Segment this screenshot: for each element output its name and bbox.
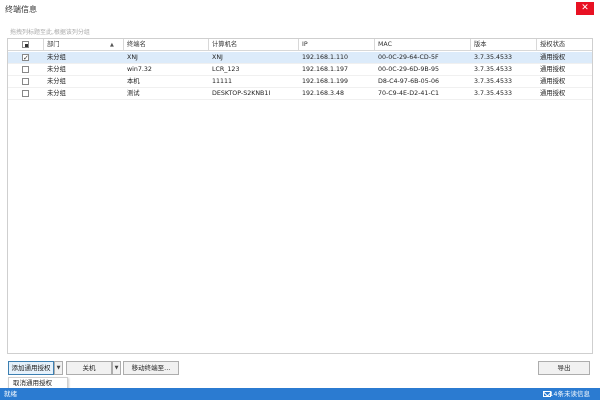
column-header-license-status[interactable]: 授权状态 [537,39,592,51]
cell-license-status: 通用授权 [540,66,566,73]
grid-header: 部门 ▲ 终端名 计算机名 IP MAC 版本 授权状态 [8,39,592,51]
cell-terminal-name: XNJ [127,54,138,61]
table-row[interactable]: 未分组 win7.32 LCR_123 192.168.1.197 00-0C-… [8,64,592,76]
cell-department: 未分组 [47,54,66,61]
cell-computer-name: LCR_123 [212,66,240,73]
status-bar: 就绪 14条未读信息 [0,388,600,400]
cell-mac: 70-C9-4E-D2-41-C1 [378,90,440,97]
table-row[interactable]: 未分组 本机 11111 192.168.1.199 D8-C4-97-6B-0… [8,76,592,88]
sort-ascending-icon: ▲ [110,42,114,48]
shutdown-dropdown-arrow[interactable]: ▼ [112,361,121,375]
cell-version: 3.7.35.4533 [474,90,513,97]
export-button[interactable]: 导出 [538,361,590,375]
row-checkbox[interactable] [22,78,29,85]
cell-version: 3.7.35.4533 [474,78,513,85]
cell-ip: 192.168.3.48 [302,90,345,97]
cell-terminal-name: 本机 [127,78,140,85]
cell-department: 未分组 [47,78,66,85]
cell-department: 未分组 [47,90,66,97]
column-header-mac[interactable]: MAC [375,39,471,51]
cell-computer-name: 11111 [212,78,233,85]
cell-department: 未分组 [47,66,66,73]
row-checkbox[interactable] [22,66,29,73]
shutdown-button[interactable]: 关机 [66,361,112,375]
table-row[interactable]: ✓ 未分组 XNJ XNJ 192.168.1.110 00-0C-29-64-… [8,52,592,64]
cell-mac: 00-0C-29-6D-9B-95 [378,66,439,73]
add-license-button[interactable]: 添加通用授权 [8,361,54,375]
cell-version: 3.7.35.4533 [474,66,513,73]
cell-ip: 192.168.1.110 [302,54,349,61]
cell-ip: 192.168.1.197 [302,66,349,73]
cell-terminal-name: win7.32 [127,66,152,73]
group-by-hint: 拖拽列标题至此,根据该列分组 [10,29,90,36]
row-checkbox[interactable] [22,90,29,97]
column-header-version[interactable]: 版本 [471,39,537,51]
column-header-computer-name[interactable]: 计算机名 [209,39,299,51]
title-bar: 终端信息 ✕ [0,0,600,20]
status-text: 就绪 [4,390,17,398]
cell-computer-name: XNJ [212,54,223,61]
cell-version: 3.7.35.4533 [474,54,513,61]
close-button[interactable]: ✕ [576,2,594,15]
column-header-ip[interactable]: IP [299,39,375,51]
row-checkbox[interactable]: ✓ [22,54,29,62]
move-terminal-button[interactable]: 移动终端至... [123,361,179,375]
table-row[interactable]: 未分组 测试 DESKTOP-S2KNB1I 192.168.3.48 70-C… [8,88,592,100]
cell-license-status: 通用授权 [540,54,566,61]
add-license-dropdown-arrow[interactable]: ▼ [54,361,63,375]
header-select-all-cell [8,39,44,51]
column-header-department[interactable]: 部门 ▲ [44,39,124,51]
cell-license-status: 通用授权 [540,78,566,85]
terminal-grid: 部门 ▲ 终端名 计算机名 IP MAC 版本 授权状态 ✓ 未分组 XNJ X… [7,38,593,354]
cell-mac: 00-0C-29-64-CD-5F [378,54,439,61]
select-all-checkbox[interactable] [22,41,29,48]
column-header-terminal-name[interactable]: 终端名 [124,39,209,51]
cell-ip: 192.168.1.199 [302,78,349,85]
terminal-info-window: 终端信息 ✕ 拖拽列标题至此,根据该列分组 部门 ▲ 终端名 计算机名 IP M… [0,0,600,400]
cell-mac: D8-C4-97-6B-05-06 [378,78,439,85]
cell-computer-name: DESKTOP-S2KNB1I [212,90,271,97]
unread-messages-link[interactable]: 14条未读信息 [549,388,590,400]
window-title: 终端信息 [5,5,37,14]
cell-terminal-name: 测试 [127,90,140,97]
cell-license-status: 通用授权 [540,90,566,97]
